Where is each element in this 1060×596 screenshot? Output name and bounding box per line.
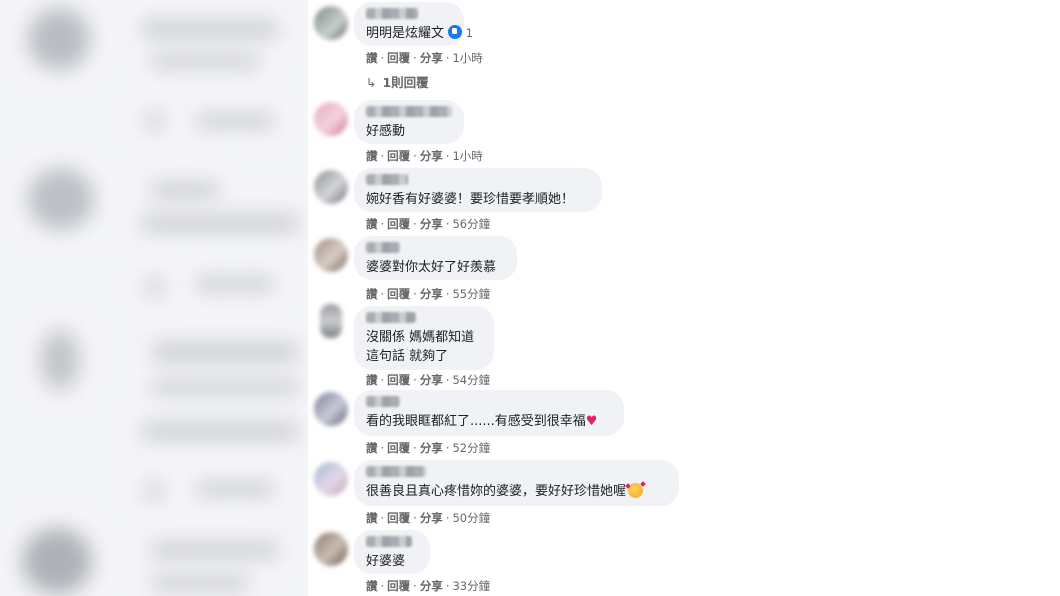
comment-actions: 讚 · 回覆 · 分享 · 52分鐘 xyxy=(366,441,491,455)
view-replies-link[interactable]: ↳ 1則回覆 xyxy=(366,72,429,91)
reply-button[interactable]: 回覆 xyxy=(387,51,410,65)
comment-text: 婆婆對你太好了好羨慕 xyxy=(366,260,497,275)
reply-button[interactable]: 回覆 xyxy=(387,287,410,301)
comment-text: 看的我眼眶都紅了......有感受到很幸福 xyxy=(366,414,586,429)
reaction-count[interactable]: 1 xyxy=(448,24,473,43)
avatar[interactable] xyxy=(314,392,348,426)
commenter-name[interactable] xyxy=(366,174,408,185)
comment-bubble: 好婆婆 xyxy=(354,530,430,574)
comment-text: 好感動 xyxy=(366,124,406,139)
comment-text: 婉好香有好婆婆！要珍惜要孝順她！ xyxy=(366,192,575,207)
avatar[interactable] xyxy=(314,170,348,204)
share-button[interactable]: 分享 xyxy=(420,149,443,163)
timestamp[interactable]: 52分鐘 xyxy=(452,441,490,455)
comment-actions: 讚 · 回覆 · 分享 · 33分鐘 xyxy=(366,579,491,593)
comment-bubble: 好感動 xyxy=(354,100,464,144)
share-button[interactable]: 分享 xyxy=(420,441,443,455)
avatar[interactable] xyxy=(314,6,348,40)
comment-text-line-1: 沒關係 媽媽都知道 xyxy=(366,330,475,345)
share-button[interactable]: 分享 xyxy=(420,373,443,387)
comment-actions: 讚 · 回覆 · 分享 · 1小時 xyxy=(366,51,483,65)
timestamp[interactable]: 1小時 xyxy=(452,149,482,163)
reply-button[interactable]: 回覆 xyxy=(387,511,410,525)
like-icon xyxy=(448,25,463,39)
like-button[interactable]: 讚 xyxy=(366,441,378,455)
comment-text: 很善良且真心疼惜妳的婆婆，要好好珍惜她喔 xyxy=(366,484,627,499)
comment-thread: 明明是炫耀文 1 讚 · 回覆 · 分享 · 1小時 ↳ 1則回覆 好感動 讚 · 回覆 · 分享 · 1… xyxy=(308,0,1060,596)
comment-actions: 讚 · 回覆 · 分享 · 56分鐘 xyxy=(366,217,491,231)
share-button[interactable]: 分享 xyxy=(420,287,443,301)
smiling-face-with-hearts-icon xyxy=(628,483,644,498)
avatar[interactable] xyxy=(320,304,342,338)
like-button[interactable]: 讚 xyxy=(366,51,378,65)
reply-button[interactable]: 回覆 xyxy=(387,373,410,387)
reply-button[interactable]: 回覆 xyxy=(387,579,410,593)
comment-bubble: 看的我眼眶都紅了......有感受到很幸福♥ xyxy=(354,390,624,436)
comment-actions: 讚 · 回覆 · 分享 · 1小時 xyxy=(366,149,483,163)
comment-bubble: 很善良且真心疼惜妳的婆婆，要好好珍惜她喔 xyxy=(354,460,679,506)
comment-actions: 讚 · 回覆 · 分享 · 54分鐘 xyxy=(366,373,491,387)
like-button[interactable]: 讚 xyxy=(366,511,378,525)
avatar[interactable] xyxy=(314,238,348,272)
commenter-name[interactable] xyxy=(366,312,416,323)
commenter-name[interactable] xyxy=(366,106,452,117)
timestamp[interactable]: 54分鐘 xyxy=(452,373,490,387)
timestamp[interactable]: 56分鐘 xyxy=(452,217,490,231)
reply-arrow-icon: ↳ xyxy=(366,75,377,90)
comment-bubble: 沒關係 媽媽都知道 這句話 就夠了 xyxy=(354,306,494,370)
comment-actions: 讚 · 回覆 · 分享 · 55分鐘 xyxy=(366,287,491,301)
share-button[interactable]: 分享 xyxy=(420,51,443,65)
like-button[interactable]: 讚 xyxy=(366,287,378,301)
timestamp[interactable]: 1小時 xyxy=(452,51,482,65)
share-button[interactable]: 分享 xyxy=(420,217,443,231)
avatar[interactable] xyxy=(314,532,348,566)
comment-bubble: 婆婆對你太好了好羨慕 xyxy=(354,236,517,280)
comment-bubble: 明明是炫耀文 1 xyxy=(354,2,473,46)
commenter-name[interactable] xyxy=(366,396,400,407)
commenter-name[interactable] xyxy=(366,8,418,19)
timestamp[interactable]: 33分鐘 xyxy=(452,579,490,593)
reply-button[interactable]: 回覆 xyxy=(387,441,410,455)
blurred-background xyxy=(0,0,308,596)
avatar[interactable] xyxy=(314,462,348,496)
comment-text-line-2: 這句話 就夠了 xyxy=(366,349,449,364)
like-button[interactable]: 讚 xyxy=(366,217,378,231)
share-button[interactable]: 分享 xyxy=(420,579,443,593)
commenter-name[interactable] xyxy=(366,466,426,477)
timestamp[interactable]: 50分鐘 xyxy=(452,511,490,525)
comment-text: 好婆婆 xyxy=(366,554,406,569)
like-button[interactable]: 讚 xyxy=(366,373,378,387)
commenter-name[interactable] xyxy=(366,242,400,253)
share-button[interactable]: 分享 xyxy=(420,511,443,525)
reply-button[interactable]: 回覆 xyxy=(387,217,410,231)
comment-text: 明明是炫耀文 xyxy=(366,26,445,41)
heart-icon: ♥ xyxy=(585,414,598,429)
comment-bubble: 婉好香有好婆婆！要珍惜要孝順她！ xyxy=(354,168,602,212)
commenter-name[interactable] xyxy=(366,536,412,547)
reply-button[interactable]: 回覆 xyxy=(387,149,410,163)
avatar[interactable] xyxy=(314,102,348,136)
like-button[interactable]: 讚 xyxy=(366,149,378,163)
comment-actions: 讚 · 回覆 · 分享 · 50分鐘 xyxy=(366,511,491,525)
like-button[interactable]: 讚 xyxy=(366,579,378,593)
timestamp[interactable]: 55分鐘 xyxy=(452,287,490,301)
